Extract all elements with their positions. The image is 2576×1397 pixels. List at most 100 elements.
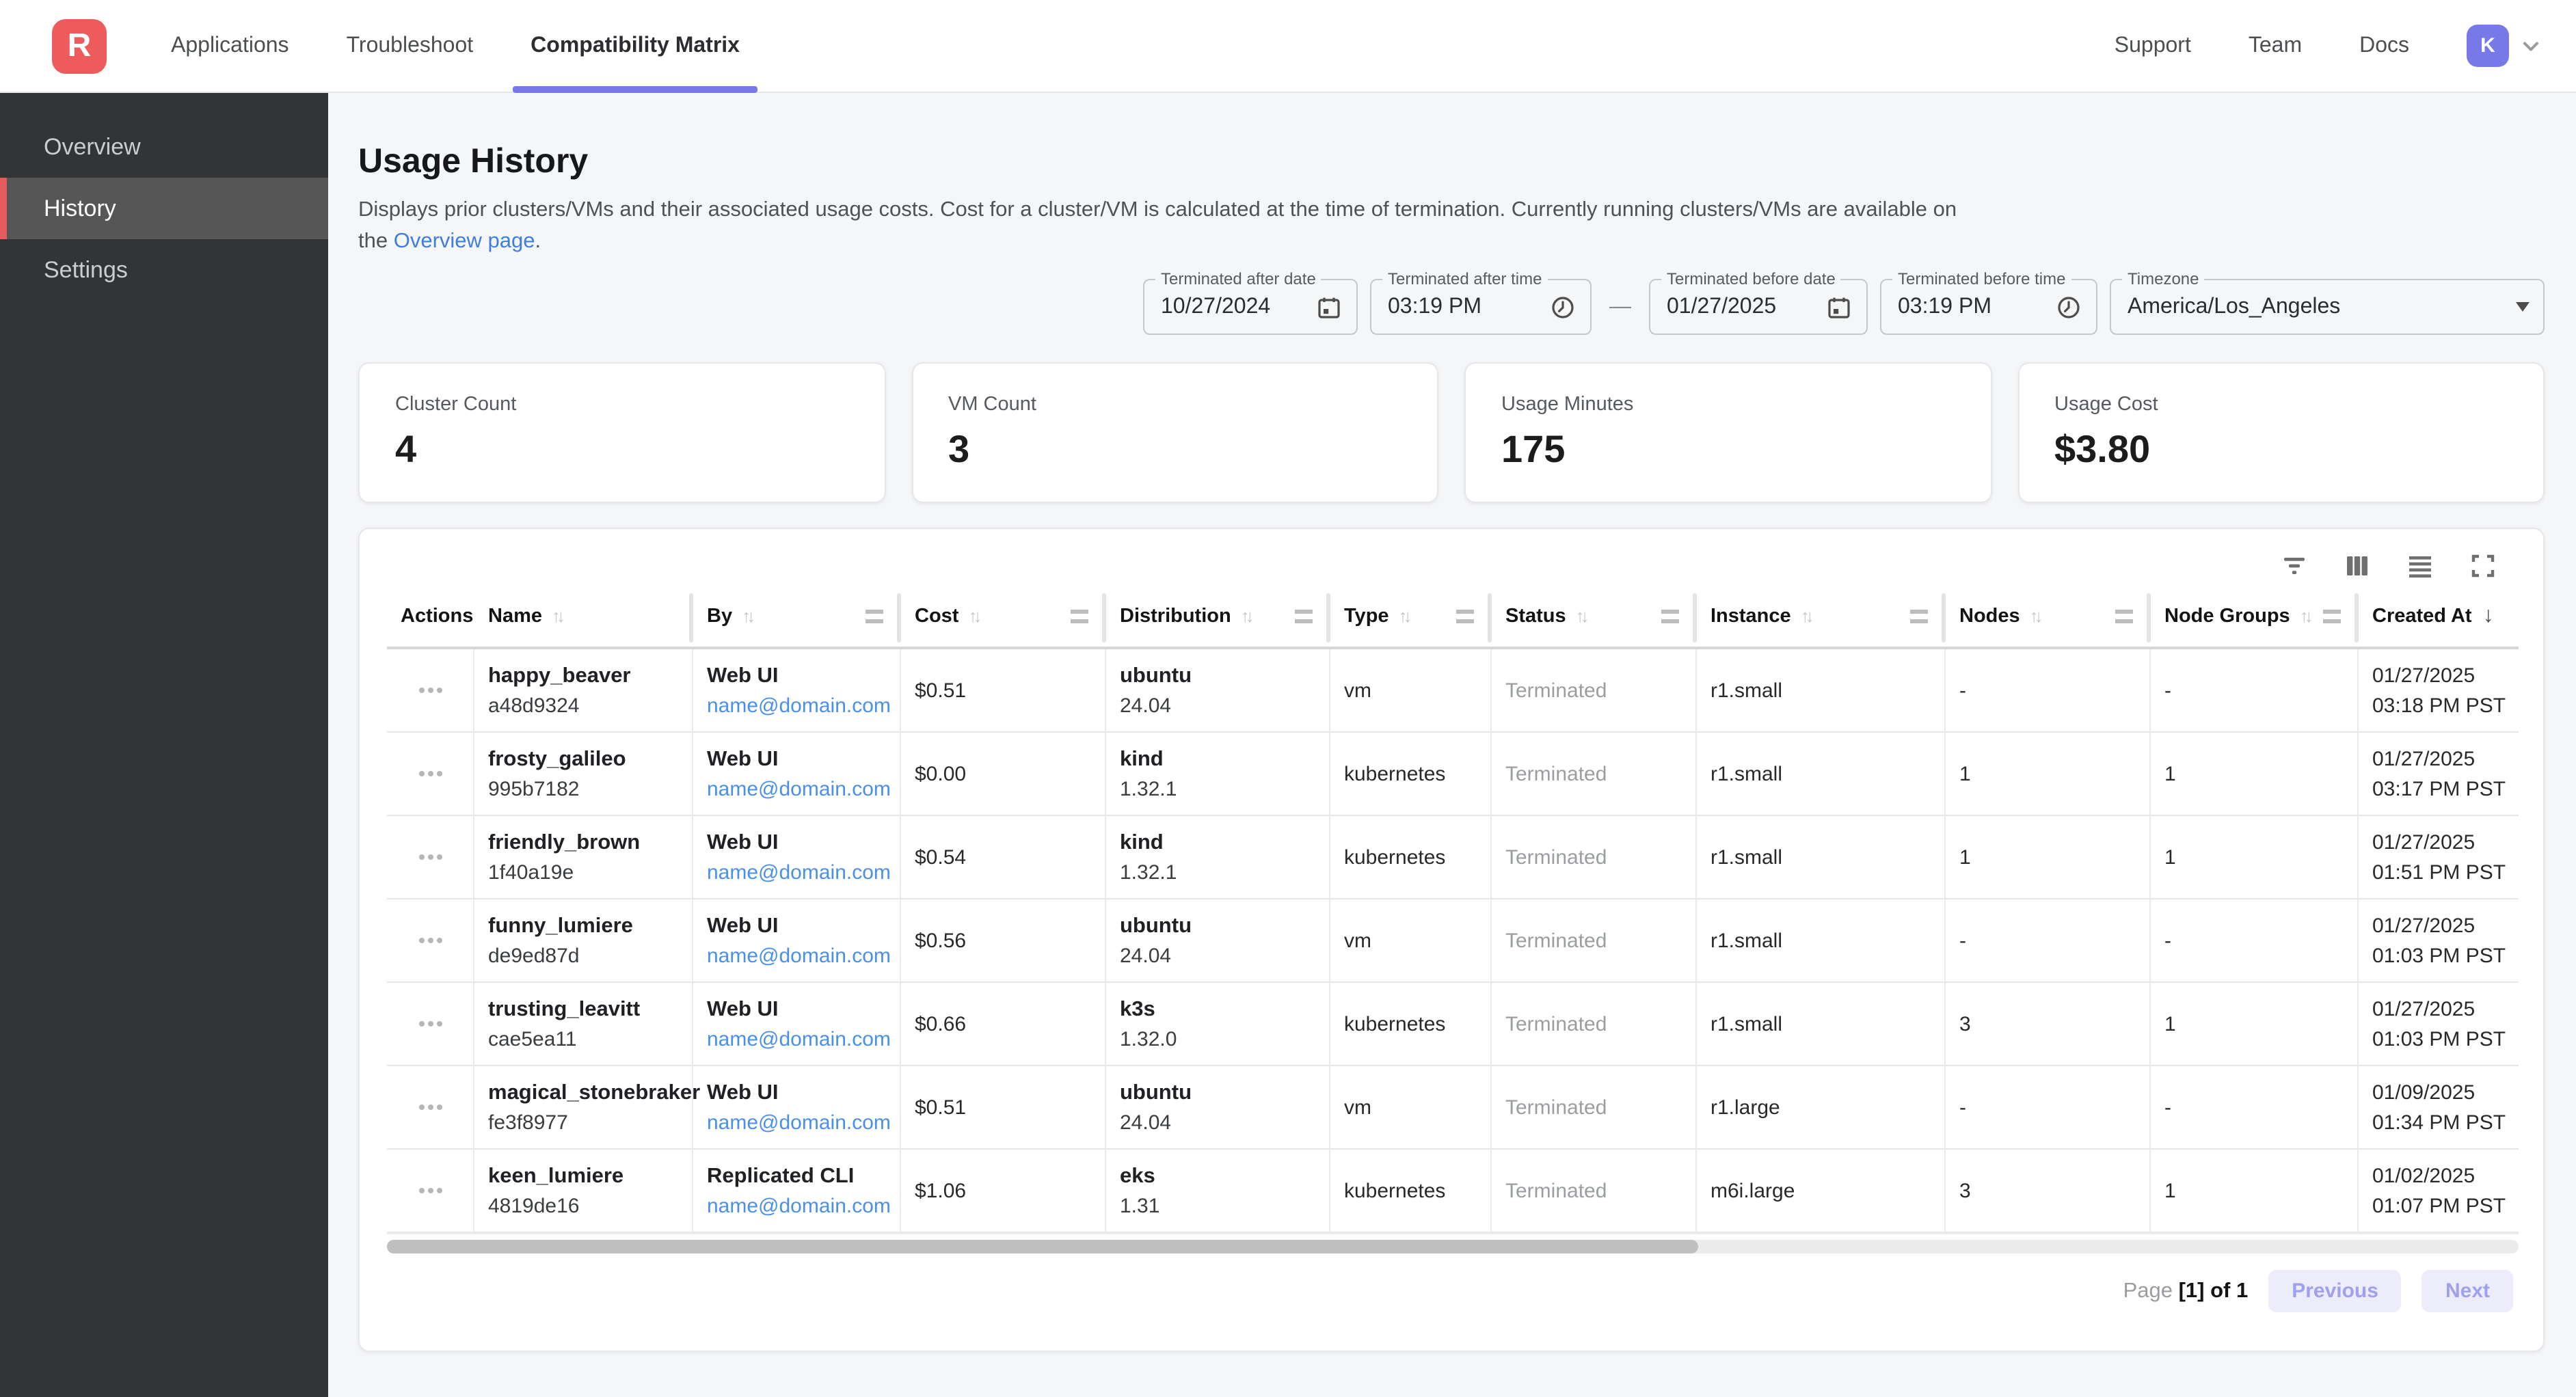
sort-icon[interactable]: ↑↓ [1801,605,1810,625]
row-actions-cell [387,649,474,731]
terminated-before-time-field[interactable]: Terminated before time 03:19 PM [1880,279,2097,335]
column-header-created-at[interactable]: Created At ↓ [2359,586,2519,647]
column-menu-icon[interactable] [1071,610,1088,623]
kebab-menu-icon[interactable] [427,1021,433,1027]
kebab-menu-icon[interactable] [427,771,433,776]
columns-button[interactable] [2344,551,2371,581]
column-header-type[interactable]: Type↑↓ [1330,586,1492,647]
nav-link-team[interactable]: Team [2249,33,2302,58]
horizontal-scrollbar[interactable] [387,1240,2519,1253]
created-date: 01/27/2025 [2372,829,2519,855]
email-link[interactable]: name@domain.com [707,859,900,885]
tab-applications[interactable]: Applications [142,0,318,92]
email-link[interactable]: name@domain.com [707,1026,900,1052]
sidebar-item-overview[interactable]: Overview [0,116,328,178]
column-menu-icon[interactable] [2323,610,2341,623]
column-header-instance[interactable]: Instance↑↓ [1697,586,1946,647]
status-cell: Terminated [1492,1066,1697,1148]
column-menu-icon[interactable] [1910,610,1928,623]
filter-button[interactable] [2281,551,2308,581]
nav-link-docs[interactable]: Docs [2359,33,2409,58]
created-time: 01:51 PM PST [2372,859,2519,885]
app-logo[interactable]: R [52,18,107,73]
column-header-node-groups[interactable]: Node Groups↑↓ [2151,586,2359,647]
row-actions-cell [387,983,474,1065]
email-link[interactable]: name@domain.com [707,776,900,802]
column-header-nodes[interactable]: Nodes↑↓ [1946,586,2151,647]
column-menu-icon[interactable] [2115,610,2133,623]
stat-value: 175 [1501,428,1955,472]
kebab-menu-icon[interactable] [427,938,433,943]
email-link[interactable]: name@domain.com [707,1109,900,1135]
previous-page-button[interactable]: Previous [2268,1270,2402,1312]
email-link[interactable]: name@domain.com [707,1193,900,1219]
nodes-value: 1 [1959,761,2149,787]
density-button[interactable] [2406,551,2434,581]
tab-troubleshoot[interactable]: Troubleshoot [318,0,502,92]
instance-cell: r1.small [1697,733,1946,815]
sort-desc-icon[interactable]: ↓ [2483,604,2494,629]
cost-cell: $0.54 [901,816,1106,898]
email-link[interactable]: name@domain.com [707,942,900,968]
columns-icon [2344,552,2371,580]
kebab-menu-icon[interactable] [427,1104,433,1110]
sort-icon[interactable]: ↑↓ [742,605,751,625]
sidebar-item-history[interactable]: History [0,178,328,239]
distribution-name: ubuntu [1120,662,1329,688]
distribution-cell: kind1.32.1 [1106,733,1330,815]
stat-card-usage-cost: Usage Cost $3.80 [2017,362,2545,503]
timezone-select[interactable]: Timezone America/Los_Angeles [2110,279,2545,335]
fullscreen-button[interactable] [2469,551,2497,581]
next-page-button[interactable]: Next [2422,1270,2513,1312]
sidebar: Overview History Settings [0,93,328,1397]
overview-page-link[interactable]: Overview page [394,230,535,253]
column-menu-icon[interactable] [1295,610,1313,623]
distribution-version: 24.04 [1120,692,1329,718]
sidebar-item-settings[interactable]: Settings [0,239,328,301]
sort-icon[interactable]: ↑↓ [1241,605,1250,625]
table-toolbar [387,551,2516,581]
kebab-menu-icon[interactable] [427,1188,433,1193]
column-menu-icon[interactable] [1456,610,1474,623]
column-header-by[interactable]: By↑↓ [693,586,901,647]
nodes-value: - [1959,1094,2149,1120]
column-header-status[interactable]: Status↑↓ [1492,586,1697,647]
cluster-id: fe3f8977 [488,1109,692,1135]
distribution-version: 1.32.1 [1120,859,1329,885]
account-menu-button[interactable]: K [2467,25,2543,67]
created-time: 03:17 PM PST [2372,776,2519,802]
node-groups-cell: 1 [2151,983,2359,1065]
column-label: Created At [2372,606,2472,627]
name-cell: happy_beavera48d9324 [474,649,693,731]
kebab-menu-icon[interactable] [427,688,433,693]
nodes-cell: - [1946,899,2151,981]
kebab-menu-icon[interactable] [427,854,433,860]
sort-icon[interactable]: ↑↓ [2300,605,2309,625]
clock-icon[interactable] [1549,293,1577,321]
column-menu-icon[interactable] [866,610,883,623]
field-label: Terminated after time [1382,269,1547,288]
calendar-icon[interactable] [1315,293,1343,321]
field-label: Timezone [2122,269,2205,288]
sort-icon[interactable]: ↑↓ [552,605,561,625]
calendar-icon[interactable] [1825,293,1853,321]
sort-icon[interactable]: ↑↓ [2030,605,2039,625]
clock-icon[interactable] [2055,293,2082,321]
column-menu-icon[interactable] [1661,610,1679,623]
email-link[interactable]: name@domain.com [707,692,900,718]
terminated-after-date-field[interactable]: Terminated after date 10/27/2024 [1143,279,1358,335]
stat-card-usage-minutes: Usage Minutes 175 [1464,362,1991,503]
terminated-before-date-field[interactable]: Terminated before date 01/27/2025 [1649,279,1868,335]
column-header-name[interactable]: Name↑↓ [474,586,693,647]
sort-icon[interactable]: ↑↓ [1399,605,1408,625]
scrollbar-thumb[interactable] [387,1240,1698,1253]
terminated-after-time-field[interactable]: Terminated after time 03:19 PM [1370,279,1592,335]
column-header-distribution[interactable]: Distribution↑↓ [1106,586,1330,647]
sort-icon[interactable]: ↑↓ [968,605,978,625]
avatar: K [2467,25,2509,67]
nav-link-support[interactable]: Support [2115,33,2191,58]
column-header-cost[interactable]: Cost↑↓ [901,586,1106,647]
tab-compatibility-matrix[interactable]: Compatibility Matrix [502,0,768,92]
sort-icon[interactable]: ↑↓ [1576,605,1585,625]
instance-cell: r1.large [1697,1066,1946,1148]
